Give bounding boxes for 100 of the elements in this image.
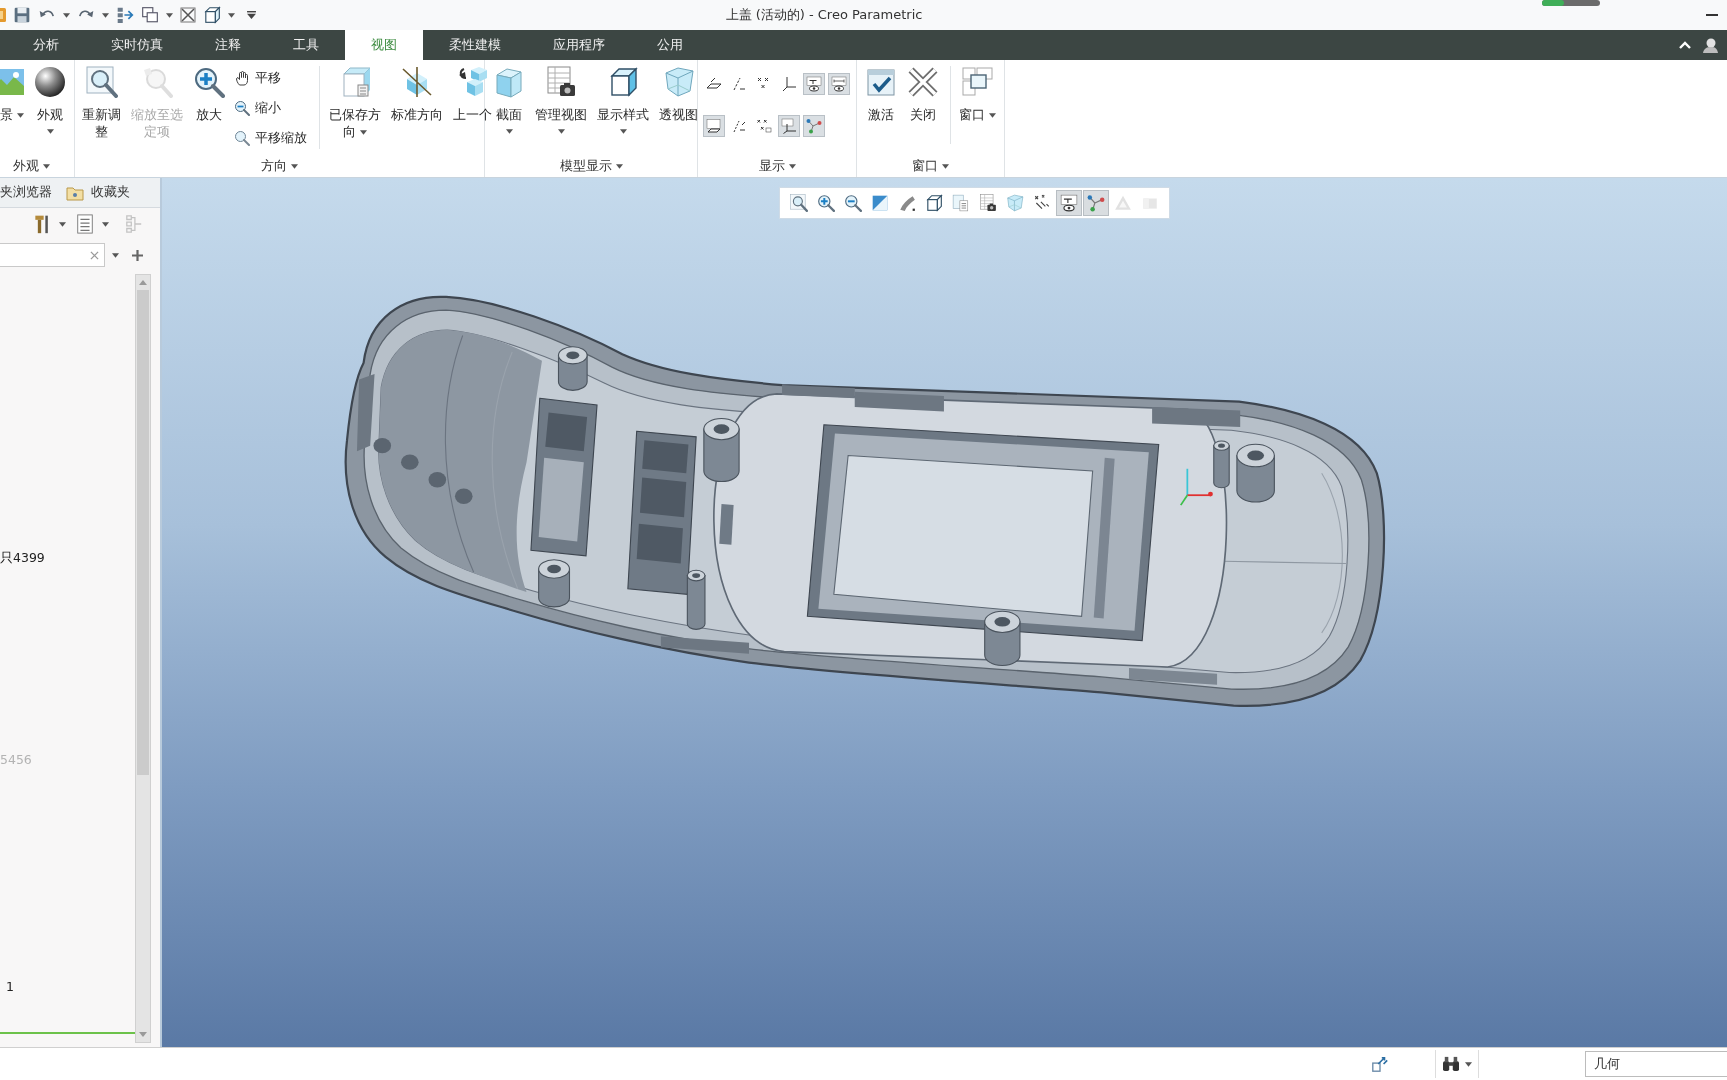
group-menu-button[interactable]: 模型显示 xyxy=(557,156,625,176)
ribbon-small-button[interactable]: 平移 xyxy=(234,69,307,87)
collapse-caret-icon[interactable] xyxy=(1679,41,1691,49)
caret-icon xyxy=(788,163,796,169)
folder-star-icon xyxy=(66,184,84,201)
caret-icon xyxy=(989,113,996,118)
scrollbar-thumb[interactable] xyxy=(137,290,149,775)
ribbon-button[interactable]: 激活 xyxy=(862,66,900,123)
group-menu-button[interactable]: 方向 xyxy=(259,156,300,176)
plus-icon[interactable] xyxy=(132,249,143,261)
window-title: 上盖 (活动的) - Creo Parametric xyxy=(725,6,923,24)
zoom-fit-icon xyxy=(85,66,118,98)
close-window-icon[interactable] xyxy=(180,7,196,23)
caret-icon xyxy=(291,163,298,169)
scrollbar-track[interactable] xyxy=(135,274,151,1043)
display-toggle-button[interactable] xyxy=(703,115,725,137)
tools-icon[interactable] xyxy=(33,214,51,234)
ribbon-tab[interactable]: 柔性建模 xyxy=(423,30,527,60)
plane-tag-icon xyxy=(706,118,722,134)
caret-icon xyxy=(360,130,367,135)
ribbon-small-button[interactable]: 缩小 xyxy=(234,99,307,117)
search-field[interactable] xyxy=(0,243,105,267)
group-menu-button[interactable]: 外观 xyxy=(10,156,52,176)
selection-icon[interactable] xyxy=(1371,1055,1389,1073)
ribbon-button[interactable]: 景 xyxy=(0,66,24,123)
slab-icon xyxy=(493,66,525,98)
plane-icon xyxy=(706,76,722,92)
axis-icon xyxy=(731,76,747,92)
save-icon[interactable] xyxy=(13,6,31,24)
dimension-eye-icon xyxy=(831,76,847,92)
ribbon-button[interactable]: 已保存方向 xyxy=(326,66,384,140)
ribbon-tab[interactable]: 注释 xyxy=(189,30,267,60)
csys-tag-icon xyxy=(781,118,797,134)
ribbon-tab[interactable]: 实时仿真 xyxy=(85,30,189,60)
cube-icon[interactable] xyxy=(203,6,221,24)
close-icon xyxy=(907,66,939,98)
ribbon-button[interactable]: 显示样式 xyxy=(594,66,652,134)
glass-cube-icon xyxy=(1006,194,1024,212)
table-camera-icon xyxy=(545,66,577,98)
annotation-eye-icon xyxy=(806,76,822,92)
tree-item[interactable]: 1 xyxy=(0,978,14,996)
display-toggle-button[interactable] xyxy=(828,73,850,95)
filter-field[interactable]: 几何 xyxy=(1585,1051,1727,1077)
ribbon-button[interactable]: 重新调整 xyxy=(79,66,124,140)
caret-icon[interactable] xyxy=(112,252,119,258)
cube-icon xyxy=(925,194,943,212)
magnifier-icon xyxy=(234,130,250,146)
window-check-icon xyxy=(865,66,897,98)
clear-icon[interactable] xyxy=(90,250,99,260)
ribbon-button[interactable]: 放大 xyxy=(190,66,228,123)
ribbon-button[interactable]: 管理视图 xyxy=(532,66,590,134)
toolbar-button[interactable] xyxy=(1056,190,1082,216)
zoom-in-icon xyxy=(817,194,835,212)
caret-icon xyxy=(17,113,24,118)
caret-icon xyxy=(557,129,565,134)
cube-icon xyxy=(607,66,639,98)
ribbon-button[interactable]: 窗口 xyxy=(950,66,999,144)
datum-points-icon xyxy=(1033,194,1051,212)
customize-icon[interactable] xyxy=(247,11,256,19)
panel-tab[interactable]: 夹浏览器 xyxy=(0,184,52,201)
display-toggle-button[interactable] xyxy=(803,115,825,137)
caret-icon[interactable] xyxy=(102,221,109,227)
caret-icon xyxy=(505,129,513,134)
caret-icon[interactable] xyxy=(59,221,66,227)
ribbon-button[interactable]: 外观 xyxy=(31,66,69,134)
triangle-icon xyxy=(1114,194,1132,212)
caret-icon[interactable] xyxy=(102,12,109,18)
caret-icon xyxy=(1465,1061,1472,1067)
ribbon-button[interactable]: 标准方向 xyxy=(388,66,446,123)
windows-icon[interactable] xyxy=(141,6,159,24)
nodes-icon xyxy=(1087,194,1105,212)
display-toggle-button[interactable] xyxy=(778,115,800,137)
caret-icon[interactable] xyxy=(63,12,70,18)
caret-icon xyxy=(46,129,54,134)
ribbon-tab[interactable]: 分析 xyxy=(7,30,85,60)
ribbon-tab[interactable]: 工具 xyxy=(267,30,345,60)
group-menu-button[interactable]: 显示 xyxy=(756,156,798,176)
ribbon-tab[interactable]: 公用 xyxy=(631,30,709,60)
table-camera-icon xyxy=(979,194,997,212)
list-icon[interactable] xyxy=(76,214,94,234)
caret-icon[interactable] xyxy=(228,12,235,18)
caret-icon xyxy=(619,129,627,134)
binoculars-icon xyxy=(1442,1056,1460,1072)
regenerate-icon[interactable] xyxy=(116,6,134,24)
caret-icon xyxy=(615,163,623,169)
find-button[interactable] xyxy=(1435,1050,1479,1078)
person-icon[interactable] xyxy=(1702,37,1718,53)
group-menu-button[interactable]: 窗口 xyxy=(910,156,951,176)
point-tag-icon xyxy=(756,118,772,134)
csys-icon xyxy=(781,76,797,92)
ribbon-button[interactable]: 关闭 xyxy=(904,66,942,123)
ribbon-tab[interactable]: 视图 xyxy=(345,30,423,60)
tree-item[interactable]: 只4399 xyxy=(0,549,45,567)
ribbon-tab[interactable]: 应用程序 xyxy=(527,30,631,60)
ribbon-button[interactable]: 透视图 xyxy=(656,66,701,123)
caret-icon[interactable] xyxy=(166,12,173,18)
panel-tab[interactable]: 收藏夹 xyxy=(66,184,130,201)
ribbon-small-button[interactable]: 平移缩放 xyxy=(234,129,307,147)
zoom-out-icon xyxy=(844,194,862,212)
display-toggle-button[interactable] xyxy=(803,73,825,95)
